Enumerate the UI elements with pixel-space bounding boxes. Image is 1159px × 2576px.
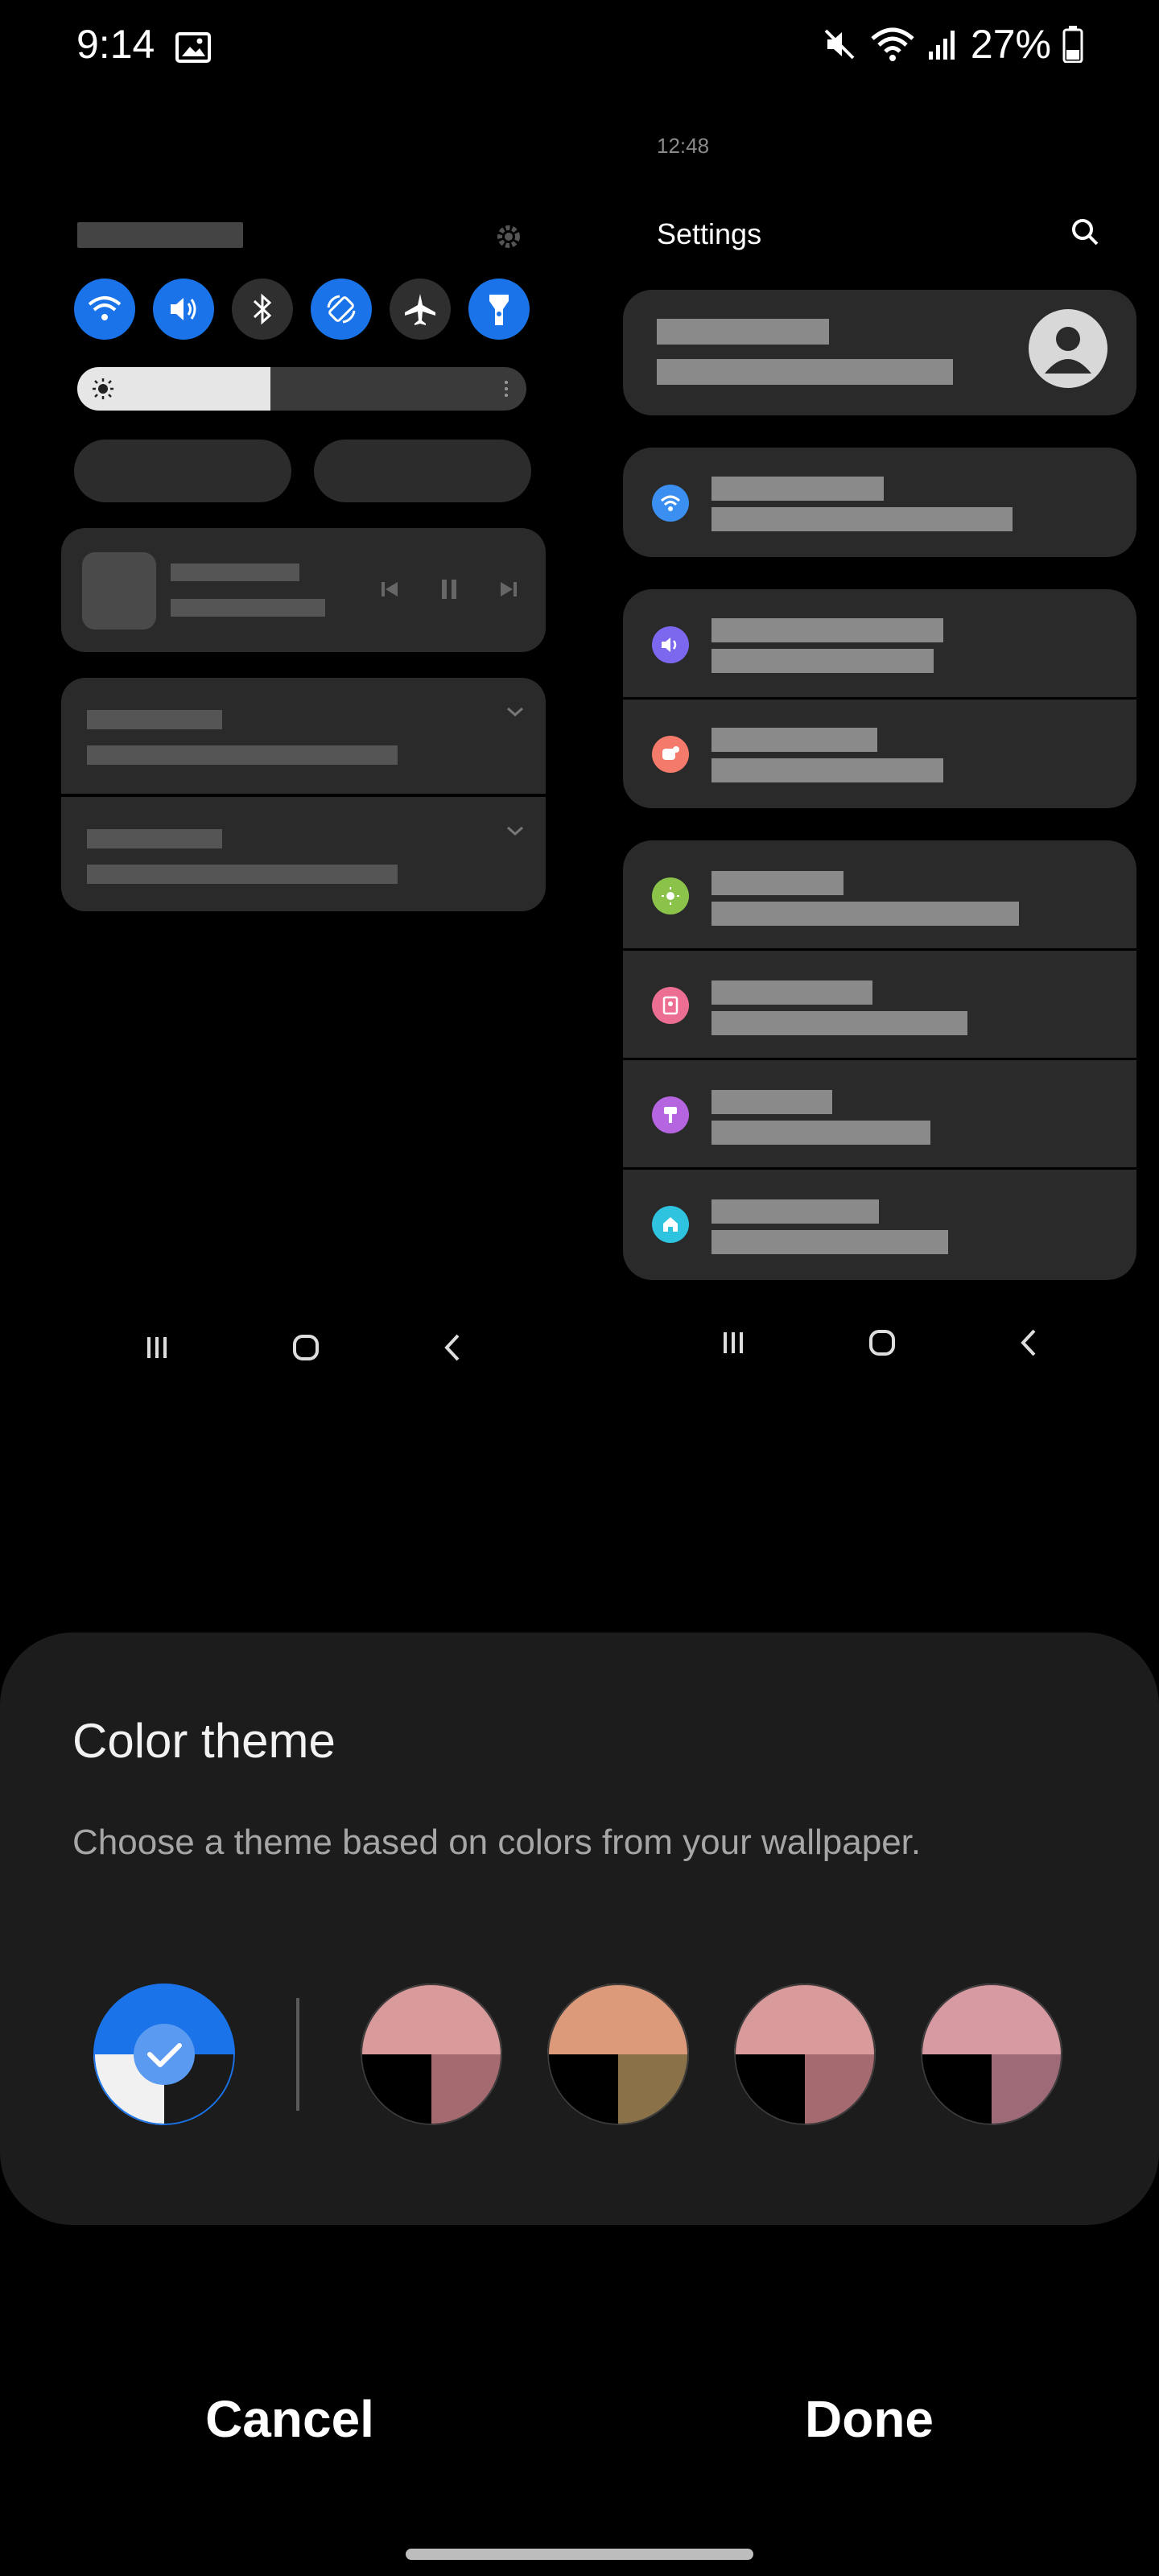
row-title-placeholder — [711, 1090, 832, 1114]
notification-2-text-placeholder — [87, 865, 398, 884]
gear-icon — [497, 225, 520, 248]
sheet-description: Choose a theme based on colors from your… — [72, 1823, 922, 1862]
back-icon — [1021, 1329, 1036, 1356]
flashlight-icon — [489, 295, 509, 325]
back-icon — [444, 1334, 460, 1361]
toggle-wifi — [74, 279, 135, 340]
row-title-placeholder — [711, 980, 872, 1005]
home-icon — [869, 1330, 895, 1356]
notification-1-title-placeholder — [87, 710, 222, 729]
color-swatch-wallpaper-2[interactable] — [547, 1984, 689, 2125]
more-dots-icon — [505, 381, 508, 397]
settings-preview-title: Settings — [657, 217, 762, 250]
settings-display-card — [623, 840, 1136, 1280]
color-swatch-wallpaper-3[interactable] — [734, 1984, 876, 2125]
row-divider — [623, 1167, 1136, 1170]
account-detail-placeholder — [657, 359, 953, 385]
wallpaper-settings-icon — [652, 987, 689, 1024]
bluetooth-icon — [253, 293, 272, 325]
row-subtitle-placeholder — [711, 1121, 930, 1145]
row-divider — [623, 697, 1136, 700]
color-swatch-wallpaper-4[interactable] — [921, 1984, 1062, 2125]
sound-icon — [171, 298, 196, 320]
sheet-title: Color theme — [72, 1714, 336, 1768]
settings-preview-time: 12:48 — [657, 134, 710, 158]
chevron-down-icon — [507, 826, 523, 836]
sun-icon — [93, 378, 113, 399]
toggle-flashlight — [468, 279, 530, 340]
status-time: 9:14 — [76, 22, 155, 67]
themes-settings-icon — [652, 1096, 689, 1133]
account-name-placeholder — [657, 319, 829, 345]
wifi-icon — [871, 27, 914, 61]
row-subtitle-placeholder — [711, 507, 1013, 531]
row-subtitle-placeholder — [711, 649, 934, 673]
quick-pill-device-control — [74, 440, 291, 502]
media-artwork — [82, 552, 156, 630]
search-icon — [1072, 219, 1099, 246]
check-badge — [134, 2024, 195, 2085]
chevron-down-icon — [507, 707, 523, 717]
battery-icon — [1062, 26, 1083, 63]
avatar — [1029, 309, 1107, 388]
recents-icon — [724, 1332, 743, 1353]
media-title-placeholder — [171, 564, 299, 581]
notification-2-title-placeholder — [87, 829, 222, 848]
cancel-button[interactable]: Cancel — [129, 2389, 451, 2449]
row-title-placeholder — [711, 728, 877, 752]
preview-right-nav-bar — [721, 1328, 1038, 1357]
wifi-icon — [88, 296, 122, 320]
media-player-card — [61, 528, 546, 652]
mute-icon — [824, 29, 855, 60]
battery-percent: 27% — [970, 22, 1051, 67]
brightness-slider — [77, 367, 526, 411]
status-icons: 27% — [821, 21, 1083, 68]
home-screen-settings-icon — [652, 1206, 689, 1243]
settings-connections-card — [623, 448, 1136, 557]
toggle-sound — [153, 279, 214, 340]
wifi-settings-icon — [652, 485, 689, 522]
auto-rotate-icon — [327, 295, 356, 324]
toggle-bluetooth — [232, 279, 293, 340]
row-subtitle-placeholder — [711, 1011, 967, 1035]
swatch-divider — [296, 1998, 299, 2111]
color-swatch-default[interactable] — [93, 1984, 235, 2125]
preview-left-nav-bar — [145, 1333, 462, 1362]
sound-settings-icon — [652, 626, 689, 663]
row-title-placeholder — [711, 1199, 879, 1224]
row-subtitle-placeholder — [711, 1230, 948, 1254]
color-swatch-wallpaper-1[interactable] — [361, 1984, 502, 2125]
toggle-airplane — [390, 279, 451, 340]
notifications-settings-icon — [652, 736, 689, 773]
quick-pill-media-output — [314, 440, 531, 502]
quick-toggles — [74, 279, 530, 340]
toggle-auto-rotate — [311, 279, 372, 340]
row-title-placeholder — [711, 871, 843, 895]
row-divider — [623, 948, 1136, 951]
row-subtitle-placeholder — [711, 758, 943, 782]
recents-icon — [147, 1337, 167, 1358]
home-indicator[interactable] — [406, 2549, 753, 2560]
person-icon — [1045, 327, 1091, 374]
airplane-icon — [405, 294, 435, 325]
row-subtitle-placeholder — [711, 902, 1019, 926]
row-title-placeholder — [711, 618, 943, 642]
home-icon — [293, 1335, 319, 1360]
notification-divider — [61, 794, 546, 797]
row-title-placeholder — [711, 477, 884, 501]
next-icon — [493, 573, 525, 605]
signal-icon — [928, 31, 955, 60]
display-settings-icon — [652, 877, 689, 914]
media-subtitle-placeholder — [171, 599, 325, 617]
quick-panel-placeholder-title — [77, 222, 243, 248]
notification-1-text-placeholder — [87, 745, 398, 765]
done-button[interactable]: Done — [708, 2389, 1030, 2449]
pause-icon — [433, 573, 465, 605]
previous-icon — [373, 573, 406, 605]
notification-card — [61, 678, 546, 911]
settings-sounds-card — [623, 589, 1136, 808]
image-icon — [175, 32, 211, 63]
row-divider — [623, 1058, 1136, 1060]
